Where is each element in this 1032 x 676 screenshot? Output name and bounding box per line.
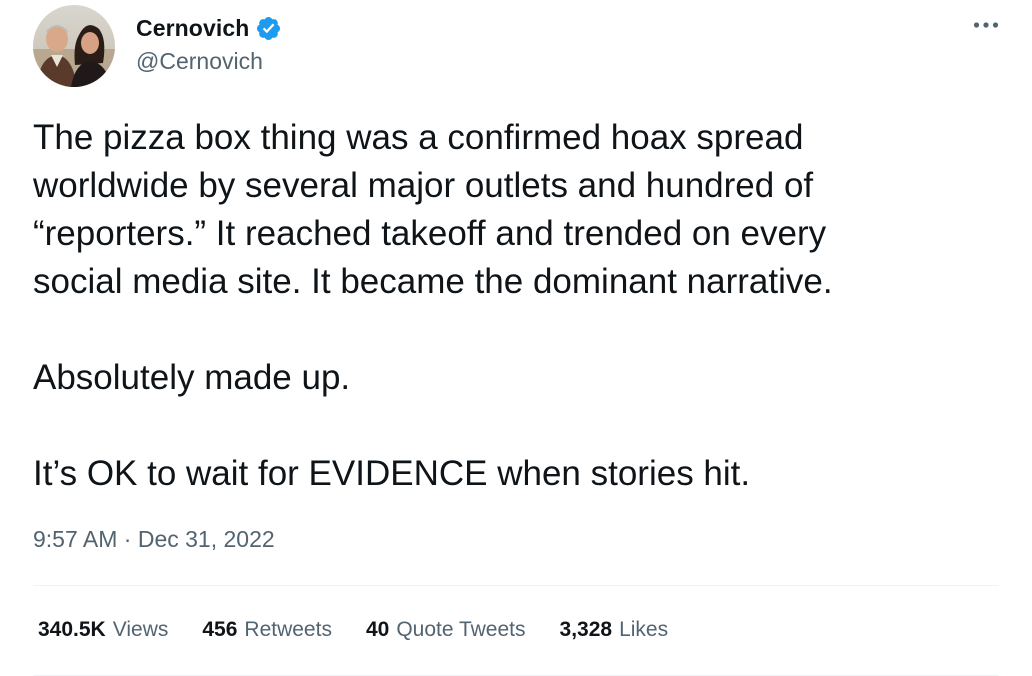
display-name[interactable]: Cernovich [136, 15, 249, 42]
likes-count: 3,328 [559, 618, 613, 641]
likes-label: Likes [619, 618, 669, 641]
quote-tweets-stat[interactable]: 40 Quote Tweets [366, 618, 526, 642]
divider [33, 585, 999, 586]
tweet-text: The pizza box thing was a confirmed hoax… [33, 114, 993, 498]
tweet-paragraph: Absolutely made up. [33, 358, 351, 397]
author-name-row: Cernovich [136, 12, 282, 44]
timestamp-separator: · [117, 526, 138, 552]
more-options-button[interactable] [966, 10, 1006, 40]
tweet-timestamp: 9:57 AM · Dec 31, 2022 [33, 526, 275, 553]
tweet-text-line: worldwide by several major outlets and h… [33, 166, 814, 205]
retweets-label: Retweets [244, 618, 332, 641]
more-options-icon [973, 22, 999, 28]
views-label: Views [112, 618, 169, 641]
avatar-photo-icon [33, 5, 115, 87]
quote-tweets-label: Quote Tweets [396, 618, 526, 641]
tweet-time-link[interactable]: 9:57 AM [33, 526, 117, 553]
views-stat[interactable]: 340.5K Views [38, 618, 168, 642]
likes-stat[interactable]: 3,328 Likes [560, 618, 669, 642]
tweet-text-line: “reporters.” It reached takeoff and tren… [33, 214, 827, 253]
tweet-stats: 340.5K Views 456 Retweets 40 Quote Tweet… [38, 618, 702, 642]
tweet-paragraph: It’s OK to wait for EVIDENCE when storie… [33, 454, 751, 493]
retweets-count: 456 [202, 618, 238, 641]
quote-tweets-count: 40 [365, 618, 390, 641]
tweet-text-line: The pizza box thing was a confirmed hoax… [33, 118, 804, 157]
verified-badge-icon[interactable] [255, 15, 282, 42]
tweet-text-line: social media site. It became the dominan… [33, 262, 833, 301]
avatar[interactable] [33, 5, 115, 87]
retweets-stat[interactable]: 456 Retweets [202, 618, 332, 642]
tweet-date-link[interactable]: Dec 31, 2022 [138, 526, 275, 553]
user-handle[interactable]: @Cernovich [136, 48, 263, 75]
views-count: 340.5K [38, 618, 106, 641]
tweet-card: Cernovich @Cernovich The pizza box thing… [0, 0, 1032, 676]
